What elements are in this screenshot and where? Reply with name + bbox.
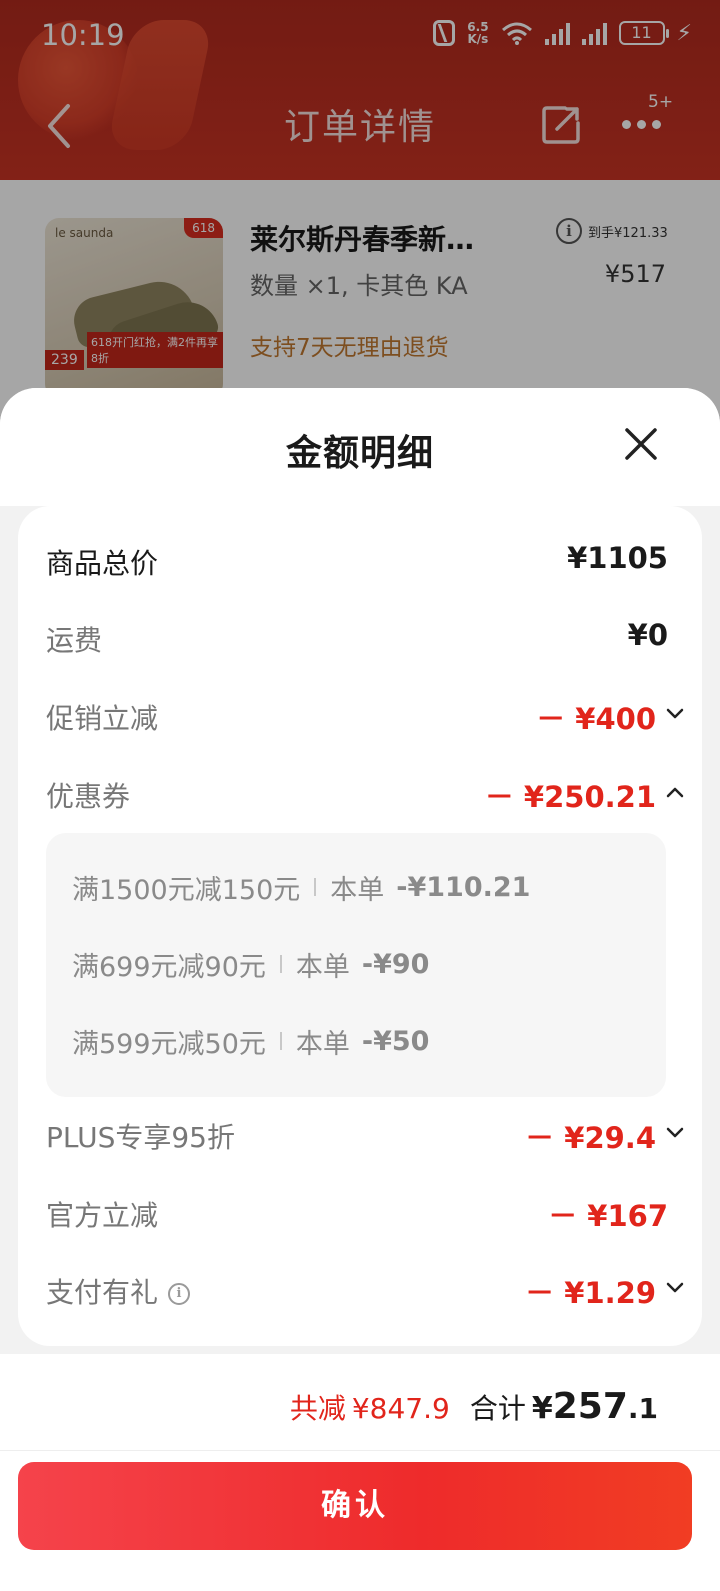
row-promotion[interactable]: 促销立减 － ¥400 <box>46 691 692 741</box>
confirm-button[interactable]: 确认 <box>18 1462 692 1550</box>
total-saved-label: 共减 <box>289 1392 346 1425</box>
divider <box>279 955 282 973</box>
total-label: 合计 <box>469 1392 526 1425</box>
row-value: － ¥167 <box>548 1199 668 1233</box>
chevron-up-icon[interactable] <box>666 785 684 799</box>
row-value: ¥0 <box>627 618 668 652</box>
row-official-discount: 官方立减 － ¥167 <box>46 1188 692 1238</box>
coupon-details: 满1500元减150元 本单 -¥110.21 满699元减90元 本单 -¥9… <box>46 833 666 1097</box>
row-payment-gift[interactable]: 支付有礼 i － ¥1.29 <box>46 1265 692 1315</box>
info-icon[interactable]: i <box>168 1283 191 1305</box>
coupon-scope: 本单 <box>295 1028 350 1060</box>
chevron-down-icon[interactable] <box>666 1281 684 1295</box>
row-goods-total: 商品总价 ¥1105 <box>46 536 692 586</box>
total-currency: ¥ <box>531 1391 553 1426</box>
close-icon[interactable] <box>623 426 659 462</box>
row-value: ¥1105 <box>567 541 668 575</box>
chevron-down-icon[interactable] <box>666 707 684 721</box>
row-value: － ¥1.29 <box>525 1276 656 1310</box>
chevron-down-icon[interactable] <box>666 1126 684 1140</box>
row-value: － ¥400 <box>536 702 656 736</box>
coupon-amount: -¥110.21 <box>396 871 531 903</box>
coupon-scope: 本单 <box>330 874 385 906</box>
row-value: － ¥250.21 <box>484 780 656 814</box>
modal-backdrop[interactable] <box>0 0 720 440</box>
row-label-text: 支付有礼 <box>46 1276 159 1309</box>
row-plus-discount[interactable]: PLUS专享95折 － ¥29.4 <box>46 1110 692 1160</box>
coupon-item: 满699元减90元 本单 -¥90 <box>72 944 429 984</box>
coupon-item: 满1500元减150元 本单 -¥110.21 <box>72 867 530 907</box>
row-value: － ¥29.4 <box>525 1121 656 1155</box>
row-label: 支付有礼 i <box>46 1271 191 1311</box>
divider <box>0 1450 720 1451</box>
row-label: 促销立减 <box>46 702 159 735</box>
total-amount-integer: 257 <box>552 1386 628 1427</box>
row-coupon[interactable]: 优惠券 － ¥250.21 <box>46 769 692 819</box>
total-summary: 共减 ¥847.9 合计 ¥ 257 .1 <box>290 1386 658 1427</box>
coupon-scope: 本单 <box>295 951 350 983</box>
sheet-title: 金额明细 <box>285 433 434 474</box>
row-shipping: 运费 ¥0 <box>46 613 692 663</box>
row-label: 运费 <box>46 624 103 657</box>
row-label: 优惠券 <box>46 780 131 813</box>
checkout-footer: 共减 ¥847.9 合计 ¥ 257 .1 确认 <box>0 1354 720 1591</box>
total-amount-decimal: .1 <box>627 1392 658 1425</box>
coupon-item: 满599元减50元 本单 -¥50 <box>72 1021 429 1061</box>
divider <box>314 878 317 896</box>
coupon-amount: -¥90 <box>361 948 430 980</box>
divider <box>279 1032 282 1050</box>
coupon-amount: -¥50 <box>361 1025 430 1057</box>
sheet-header: 金额明细 <box>0 388 720 506</box>
coupon-rule: 满1500元减150元 <box>72 874 301 906</box>
coupon-rule: 满599元减50元 <box>72 1028 266 1060</box>
coupon-rule: 满699元减90元 <box>72 951 266 983</box>
row-label: 官方立减 <box>46 1199 159 1232</box>
total-saved-amount: ¥847.9 <box>351 1392 450 1425</box>
amount-card: 商品总价 ¥1105 运费 ¥0 促销立减 － ¥400 优惠券 － ¥250.… <box>18 506 702 1346</box>
row-label: 商品总价 <box>46 547 159 580</box>
row-label: PLUS专享95折 <box>46 1121 235 1154</box>
